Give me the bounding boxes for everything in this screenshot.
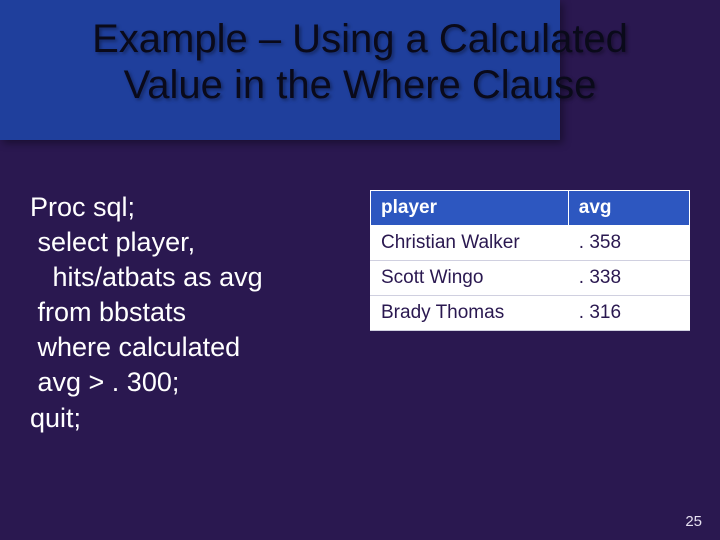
header-avg: avg — [568, 191, 689, 226]
cell-avg: . 338 — [568, 261, 689, 296]
code-line: Proc sql; — [30, 192, 135, 222]
header-player: player — [371, 191, 569, 226]
code-line: hits/atbats as avg — [30, 262, 263, 292]
table-row: Christian Walker . 358 — [371, 226, 690, 261]
cell-player: Brady Thomas — [371, 296, 569, 331]
code-line: where calculated — [30, 332, 240, 362]
cell-player: Christian Walker — [371, 226, 569, 261]
code-line: select player, — [30, 227, 195, 257]
code-line: quit; — [30, 403, 81, 433]
code-line: avg > . 300; — [30, 367, 179, 397]
cell-player: Scott Wingo — [371, 261, 569, 296]
slide-title: Example – Using a Calculated Value in th… — [0, 16, 720, 108]
table-header-row: player avg — [371, 191, 690, 226]
results-table-wrap: player avg Christian Walker . 358 Scott … — [370, 190, 690, 436]
table-row: Scott Wingo . 338 — [371, 261, 690, 296]
cell-avg: . 358 — [568, 226, 689, 261]
content-area: Proc sql; select player, hits/atbats as … — [30, 190, 690, 436]
results-table: player avg Christian Walker . 358 Scott … — [370, 190, 690, 331]
page-number: 25 — [685, 513, 702, 530]
code-block: Proc sql; select player, hits/atbats as … — [30, 190, 330, 436]
code-line: from bbstats — [30, 297, 186, 327]
cell-avg: . 316 — [568, 296, 689, 331]
table-row: Brady Thomas . 316 — [371, 296, 690, 331]
